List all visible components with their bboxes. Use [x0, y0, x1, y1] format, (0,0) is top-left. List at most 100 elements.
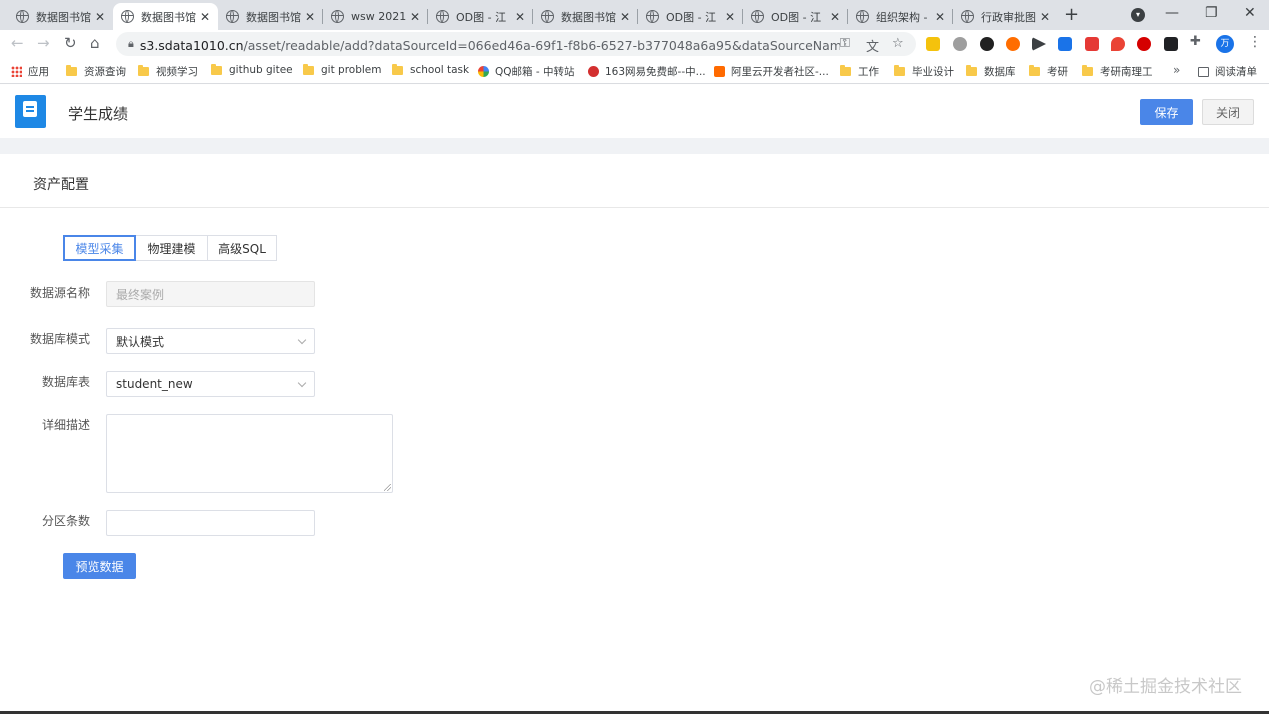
folder-icon	[966, 65, 977, 76]
bookmark-item[interactable]: 阿里云开发者社区-...	[714, 64, 829, 79]
bookmark-item[interactable]: 考研	[1029, 64, 1068, 79]
browser-tab[interactable]: 组织架构 - ✕	[848, 3, 953, 30]
tab-physical-model[interactable]: 物理建模	[136, 235, 208, 261]
bookmark-item[interactable]: github gitee	[211, 63, 293, 76]
close-icon[interactable]: ✕	[200, 10, 210, 24]
close-icon[interactable]: ✕	[515, 10, 525, 24]
bookmark-item[interactable]: school task	[392, 63, 469, 76]
translate-icon[interactable]: 文	[866, 36, 879, 55]
browser-tab[interactable]: 数据图书馆 ✕	[533, 3, 638, 30]
url-text: s3.sdata1010.cn/asset/readable/add?dataS…	[139, 37, 840, 53]
close-icon[interactable]: ✕	[620, 10, 630, 24]
bookmark-item[interactable]: QQ邮箱 - 中转站	[478, 64, 575, 79]
extension-icon[interactable]	[980, 37, 994, 51]
browser-tab[interactable]: 行政审批图 ✕	[953, 3, 1058, 30]
tab-search-icon[interactable]: ▾	[1131, 8, 1145, 22]
extension-icon[interactable]	[1111, 37, 1125, 51]
close-icon[interactable]: ✕	[725, 10, 735, 24]
extension-icon[interactable]	[1006, 37, 1020, 51]
chevron-down-icon	[297, 335, 307, 345]
browser-tab[interactable]: 数据图书馆 ✕	[8, 3, 113, 30]
page-title: 学生成绩	[68, 105, 129, 123]
bookmark-item[interactable]: 毕业设计	[894, 64, 954, 79]
globe-icon	[961, 10, 974, 23]
key-icon[interactable]: ⚿	[840, 36, 850, 51]
schema-label: 数据库模式	[29, 332, 90, 346]
folder-icon	[138, 65, 149, 76]
globe-icon	[121, 10, 134, 23]
back-icon[interactable]: ←	[11, 34, 24, 52]
lock-icon: 🔒︎	[128, 37, 134, 50]
bookmark-item[interactable]: 数据库	[966, 64, 1016, 79]
forward-icon[interactable]: →	[37, 34, 50, 52]
bookmark-item[interactable]: 考研南理工	[1082, 64, 1153, 79]
schema-select[interactable]: 默认模式	[106, 328, 315, 354]
star-icon[interactable]: ☆	[892, 36, 904, 51]
datasource-name-label: 数据源名称	[29, 286, 90, 300]
restore-button[interactable]: ❐	[1205, 5, 1218, 21]
browser-tab[interactable]: 数据图书馆 ✕	[218, 3, 323, 30]
globe-icon	[331, 10, 344, 23]
description-textarea[interactable]	[106, 414, 393, 493]
browser-tab[interactable]: OD图 - 江 ✕	[743, 3, 848, 30]
table-select[interactable]: student_new	[106, 371, 315, 397]
folder-icon	[66, 65, 77, 76]
close-icon[interactable]: ✕	[1040, 10, 1050, 24]
reload-icon[interactable]: ↻	[64, 34, 77, 52]
bookmark-item[interactable]: 应用	[11, 64, 49, 79]
close-button[interactable]: 关闭	[1202, 99, 1254, 125]
close-icon[interactable]: ✕	[305, 10, 315, 24]
bookmark-item[interactable]: 视频学习	[138, 64, 198, 79]
bookmark-item[interactable]: git problem	[303, 63, 381, 76]
close-icon[interactable]: ✕	[935, 10, 945, 24]
home-icon[interactable]: ⌂	[90, 34, 100, 52]
new-tab-button[interactable]: +	[1064, 4, 1079, 25]
globe-icon	[226, 10, 239, 23]
extension-icon[interactable]	[1137, 37, 1151, 51]
tab-title: 行政审批图	[981, 10, 1036, 24]
tab-model-collect[interactable]: 模型采集	[63, 235, 136, 261]
description-label: 详细描述	[41, 418, 90, 432]
extension-icon[interactable]	[1058, 37, 1072, 51]
app-logo-icon	[15, 95, 46, 128]
extension-icon[interactable]	[1164, 37, 1178, 51]
extension-icon[interactable]	[1032, 37, 1046, 51]
browser-tab[interactable]: OD图 - 江 ✕	[428, 3, 533, 30]
browser-tab-active[interactable]: 数据图书馆 ✕	[113, 3, 218, 30]
bookmark-item[interactable]: 资源查询	[66, 64, 126, 79]
bookmark-item[interactable]: 工作	[840, 64, 879, 79]
bookmark-item[interactable]: 163网易免费邮--中...	[588, 64, 706, 79]
resize-handle-icon[interactable]	[384, 484, 391, 491]
preview-data-button[interactable]: 预览数据	[63, 553, 136, 579]
minimize-button[interactable]: —	[1165, 5, 1179, 21]
extensions-puzzle-icon[interactable]: ✚	[1190, 34, 1201, 49]
address-bar[interactable]: 🔒︎ s3.sdata1010.cn/asset/readable/add?da…	[116, 32, 916, 56]
globe-icon	[856, 10, 869, 23]
megaphone-icon[interactable]	[1085, 37, 1099, 51]
bookmarks-overflow-button[interactable]: »	[1173, 63, 1180, 77]
tab-title: 数据图书馆	[561, 10, 616, 24]
save-button[interactable]: 保存	[1140, 99, 1193, 125]
close-icon[interactable]: ✕	[410, 10, 420, 24]
partition-count-label: 分区条数	[41, 514, 90, 528]
browser-menu-icon[interactable]: ⋮	[1248, 34, 1262, 50]
apps-grid-icon	[11, 66, 22, 77]
browser-toolbar: ← → ↻ ⌂ 🔒︎ s3.sdata1010.cn/asset/readabl…	[0, 30, 1269, 58]
tab-title: wsw 2021.	[351, 10, 406, 23]
close-icon[interactable]: ✕	[830, 10, 840, 24]
tab-advanced-sql[interactable]: 高级SQL	[208, 235, 277, 261]
table-select-value: student_new	[116, 377, 193, 391]
reading-list-button[interactable]: 阅读清单	[1198, 64, 1257, 79]
close-icon[interactable]: ✕	[95, 10, 105, 24]
folder-icon	[1082, 65, 1093, 76]
window-close-button[interactable]: ✕	[1244, 5, 1256, 21]
globe-icon	[541, 10, 554, 23]
browser-tab[interactable]: wsw 2021. ✕	[323, 3, 428, 30]
profile-avatar[interactable]: 万	[1216, 35, 1234, 53]
extension-icon[interactable]	[926, 37, 940, 51]
tab-title: 数据图书馆	[141, 10, 196, 24]
partition-count-input[interactable]	[106, 510, 315, 536]
extension-icon[interactable]	[953, 37, 967, 51]
browser-tab[interactable]: OD图 - 江 ✕	[638, 3, 743, 30]
folder-icon	[211, 63, 222, 75]
